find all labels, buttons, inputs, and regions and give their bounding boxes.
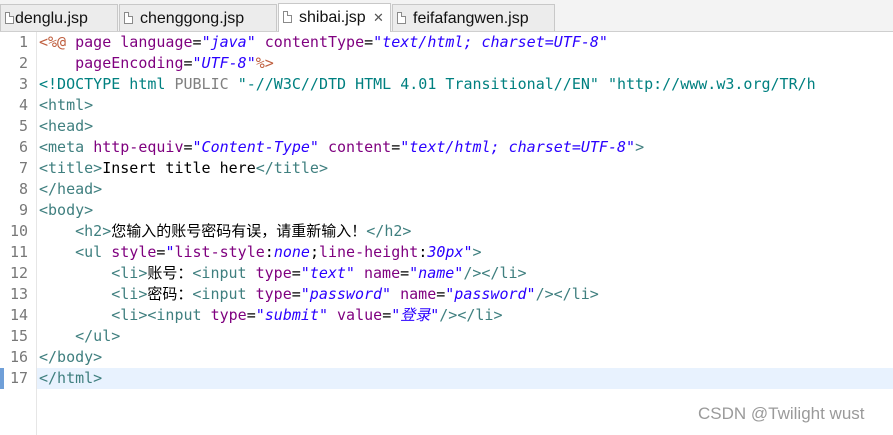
code-line-8[interactable]: </head> xyxy=(39,179,102,200)
line-number: 2 xyxy=(18,54,28,72)
line-number: 7 xyxy=(18,159,28,177)
code-line-11[interactable]: <ul style="list-style:none;line-height:3… xyxy=(39,242,481,263)
code-line-2[interactable]: pageEncoding="UTF-8"%> xyxy=(39,53,274,74)
jsp-file-icon xyxy=(397,12,406,24)
code-line-1[interactable]: <%@ page language="java" contentType="te… xyxy=(39,32,608,53)
code-line-3[interactable]: <!DOCTYPE html PUBLIC "-//W3C//DTD HTML … xyxy=(39,74,816,95)
line-number: 4 xyxy=(18,96,28,114)
code-line-9[interactable]: <body> xyxy=(39,200,93,221)
line-number: 17 xyxy=(9,369,28,387)
code-line-13[interactable]: <li>密码：<input type="password" name="pass… xyxy=(39,284,599,305)
line-number: 10 xyxy=(9,222,28,240)
code-line-4[interactable]: <html> xyxy=(39,95,93,116)
code-editor[interactable]: 1 2 3 4 5 6 7 8 9 10 11 12 13 14 15 16 1… xyxy=(0,32,893,435)
editor-tab-bar: denglu.jsp chenggong.jsp shibai.jsp ✕ fe… xyxy=(0,0,893,32)
tab-denglu[interactable]: denglu.jsp xyxy=(0,4,118,31)
code-line-12[interactable]: <li>账号：<input type="text" name="name"/><… xyxy=(39,263,526,284)
tab-label: chenggong.jsp xyxy=(140,10,245,27)
code-line-14[interactable]: <li><input type="submit" value="登录"/></l… xyxy=(39,305,502,326)
close-icon[interactable]: ✕ xyxy=(373,4,384,31)
line-number: 16 xyxy=(9,348,28,366)
code-line-7[interactable]: <title>Insert title here</title> xyxy=(39,158,328,179)
line-number: 11 xyxy=(9,243,28,261)
tab-label: feifafangwen.jsp xyxy=(413,10,529,27)
code-line-5[interactable]: <head> xyxy=(39,116,93,137)
line-number: 6 xyxy=(18,138,28,156)
line-number: 5 xyxy=(18,117,28,135)
line-number: 1 xyxy=(18,33,28,51)
code-line-17[interactable]: </html> xyxy=(39,368,102,389)
code-line-16[interactable]: </body> xyxy=(39,347,102,368)
current-line-highlight xyxy=(37,368,893,389)
line-number: 15 xyxy=(9,327,28,345)
tab-shibai[interactable]: shibai.jsp ✕ xyxy=(278,3,391,32)
line-number: 9 xyxy=(18,201,28,219)
tab-feifafangwen[interactable]: feifafangwen.jsp xyxy=(392,4,555,31)
jsp-file-icon xyxy=(5,12,14,24)
code-line-6[interactable]: <meta http-equiv="Content-Type" content=… xyxy=(39,137,644,158)
jsp-file-icon xyxy=(124,12,133,24)
line-number: 13 xyxy=(9,285,28,303)
code-line-15[interactable]: </ul> xyxy=(39,326,120,347)
jsp-file-icon xyxy=(283,11,292,23)
tab-label: shibai.jsp xyxy=(299,9,366,26)
line-number: 14 xyxy=(9,306,28,324)
line-number: 3 xyxy=(18,75,28,93)
code-line-10[interactable]: <h2>您输入的账号密码有误，请重新输入！</h2> xyxy=(39,221,411,242)
line-number-gutter: 1 2 3 4 5 6 7 8 9 10 11 12 13 14 15 16 1… xyxy=(0,32,37,435)
current-line-marker xyxy=(0,368,4,389)
line-number: 8 xyxy=(18,180,28,198)
tab-chenggong[interactable]: chenggong.jsp xyxy=(119,4,277,31)
tab-label: denglu.jsp xyxy=(15,10,88,27)
watermark: CSDN @Twilight wust xyxy=(698,404,865,423)
line-number: 12 xyxy=(9,264,28,282)
